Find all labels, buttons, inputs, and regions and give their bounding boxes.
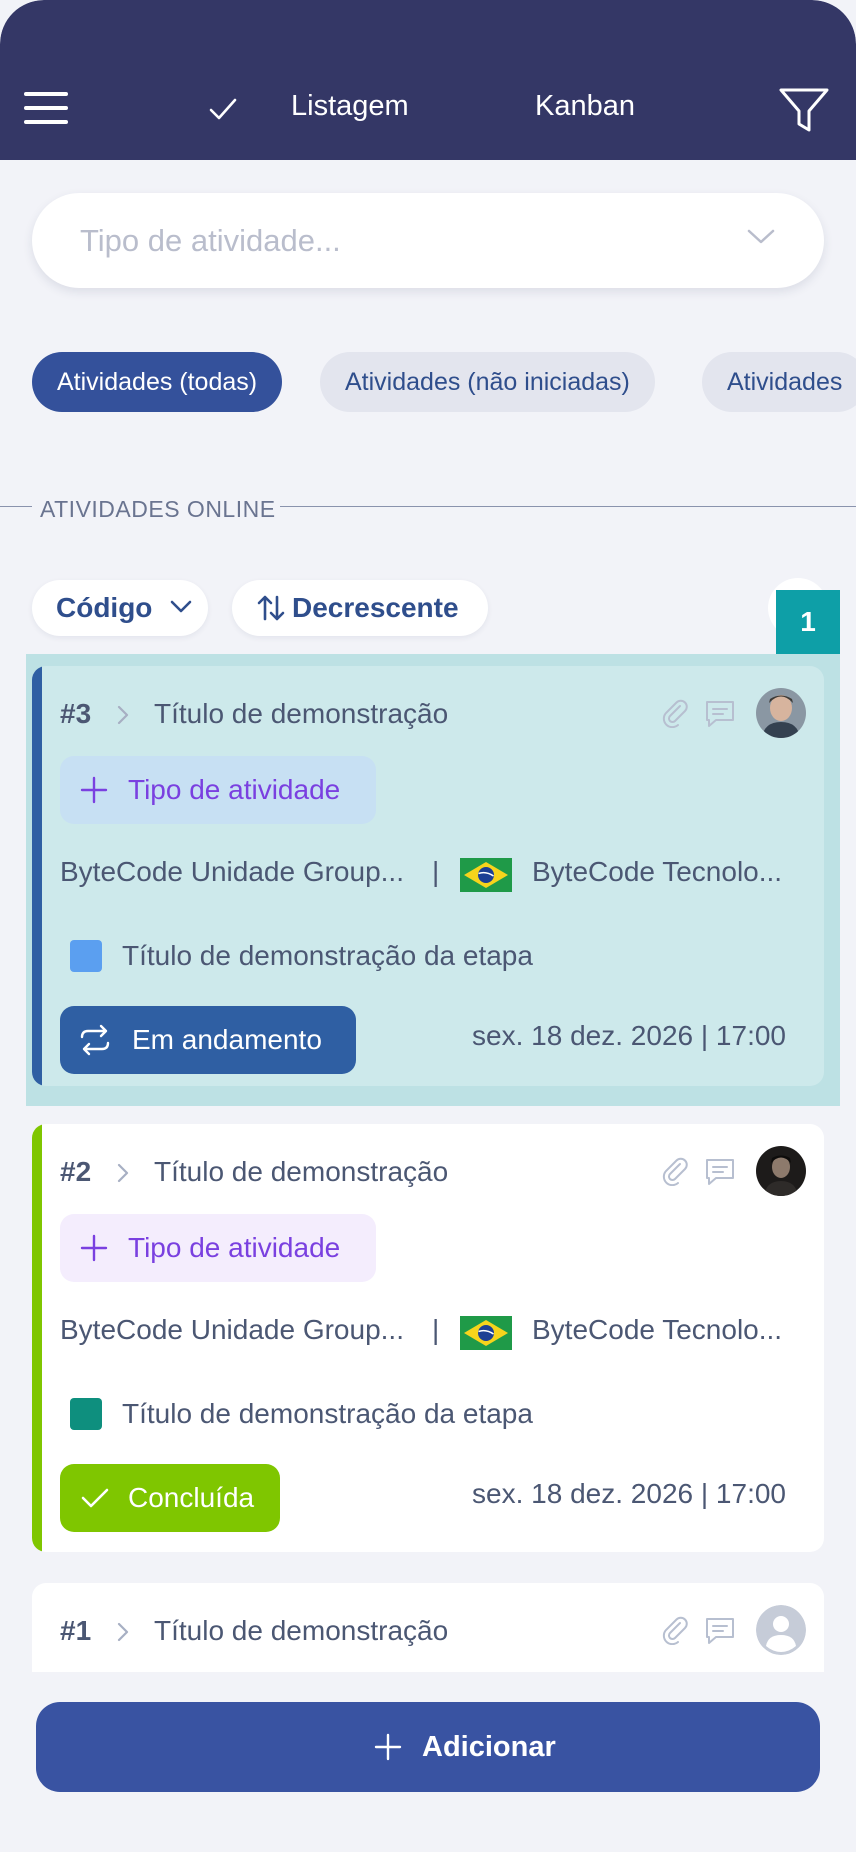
- brazil-flag-icon: [460, 1316, 512, 1350]
- tab-kanban[interactable]: Kanban: [535, 90, 635, 123]
- due-date: sex. 18 dez. 2026 | 17:00: [472, 1478, 786, 1509]
- paperclip-icon[interactable]: [660, 1615, 690, 1645]
- chevron-right-icon: [117, 705, 129, 725]
- chevron-down-icon: [170, 600, 192, 613]
- section-divider-right: [280, 506, 856, 507]
- company-name: ByteCode Tecnolo...: [532, 856, 783, 887]
- user-avatar[interactable]: [756, 1146, 806, 1196]
- status-button[interactable]: Em andamento: [60, 1006, 356, 1074]
- plus-icon: [374, 1733, 402, 1761]
- sort-direction-button[interactable]: Decrescente: [232, 580, 488, 636]
- unit-name: ByteCode Unidade Group...: [60, 1314, 404, 1345]
- chevron-right-icon: [117, 1163, 129, 1183]
- paperclip-icon[interactable]: [660, 698, 690, 728]
- stage-title: Título de demonstração da etapa: [122, 940, 533, 971]
- paperclip-icon[interactable]: [660, 1156, 690, 1186]
- tab-listagem[interactable]: Listagem: [291, 90, 409, 123]
- comment-icon[interactable]: [704, 1157, 736, 1187]
- plus-icon: [80, 776, 108, 804]
- card-number: #3: [60, 698, 92, 729]
- sort-field-button[interactable]: Código: [32, 580, 208, 636]
- check-icon: [209, 98, 237, 120]
- card-title: Título de demonstração: [154, 1156, 449, 1187]
- section-label: ATIVIDADES ONLINE: [40, 496, 276, 522]
- activity-card[interactable]: #3 Título de demonstração Tipo de ativid…: [32, 666, 824, 1086]
- count-badge: 1: [776, 590, 840, 654]
- status-label: Em andamento: [132, 1024, 322, 1055]
- org-separator: |: [432, 856, 440, 887]
- card-number: #2: [60, 1156, 92, 1187]
- brazil-flag-icon: [460, 858, 512, 892]
- card-title: Título de demonstração: [154, 1615, 449, 1646]
- section-divider-left: [0, 506, 32, 507]
- refresh-icon: [80, 1024, 110, 1056]
- activity-type-label: Tipo de atividade: [128, 1232, 341, 1263]
- stage-title: Título de demonstração da etapa: [122, 1398, 533, 1429]
- select-placeholder: Tipo de atividade...: [80, 223, 341, 258]
- unit-name: ByteCode Unidade Group...: [60, 856, 404, 887]
- card-accent-bar: [32, 1124, 42, 1552]
- filter-icon[interactable]: [778, 86, 830, 134]
- stage-color-square: [70, 1398, 102, 1430]
- comment-icon[interactable]: [704, 1616, 736, 1646]
- activity-type-label: Tipo de atividade: [128, 774, 341, 805]
- sort-direction-label: Decrescente: [292, 592, 459, 623]
- chip-all-activities[interactable]: Atividades (todas): [32, 352, 283, 412]
- stage-color-square: [70, 940, 102, 972]
- card-title: Título de demonstração: [154, 698, 449, 729]
- add-button-label: Adicionar: [422, 1731, 556, 1763]
- sort-field-label: Código: [56, 592, 153, 623]
- chip-not-started[interactable]: Atividades (não iniciadas): [320, 352, 655, 412]
- chevron-right-icon: [117, 1622, 129, 1642]
- activity-type-pill[interactable]: Tipo de atividade: [60, 756, 376, 824]
- due-date: sex. 18 dez. 2026 | 17:00: [472, 1020, 786, 1051]
- sort-arrows-icon: [257, 595, 285, 621]
- chip-activities-more[interactable]: Atividades: [702, 352, 856, 412]
- user-avatar[interactable]: [756, 688, 806, 738]
- comment-icon[interactable]: [704, 699, 736, 729]
- check-icon: [81, 1488, 109, 1508]
- app-screen: Listagem Kanban Tipo de atividade... Ati…: [0, 0, 856, 1852]
- app-header: Listagem Kanban: [0, 0, 856, 160]
- chevron-down-icon: [747, 229, 775, 244]
- plus-icon: [80, 1234, 108, 1262]
- org-separator: |: [432, 1314, 440, 1345]
- status-label: Concluída: [128, 1482, 255, 1513]
- menu-icon[interactable]: [24, 92, 68, 126]
- activity-type-select[interactable]: Tipo de atividade...: [32, 193, 824, 288]
- activity-card[interactable]: #2 Título de demonstração Tipo de ativid…: [32, 1124, 824, 1552]
- activity-type-pill[interactable]: Tipo de atividade: [60, 1214, 376, 1282]
- card-number: #1: [60, 1615, 92, 1646]
- card-accent-bar: [32, 666, 42, 1086]
- add-button[interactable]: Adicionar: [36, 1702, 820, 1792]
- user-avatar-placeholder-icon[interactable]: [756, 1605, 806, 1655]
- company-name: ByteCode Tecnolo...: [532, 1314, 783, 1345]
- status-button[interactable]: Concluída: [60, 1464, 280, 1532]
